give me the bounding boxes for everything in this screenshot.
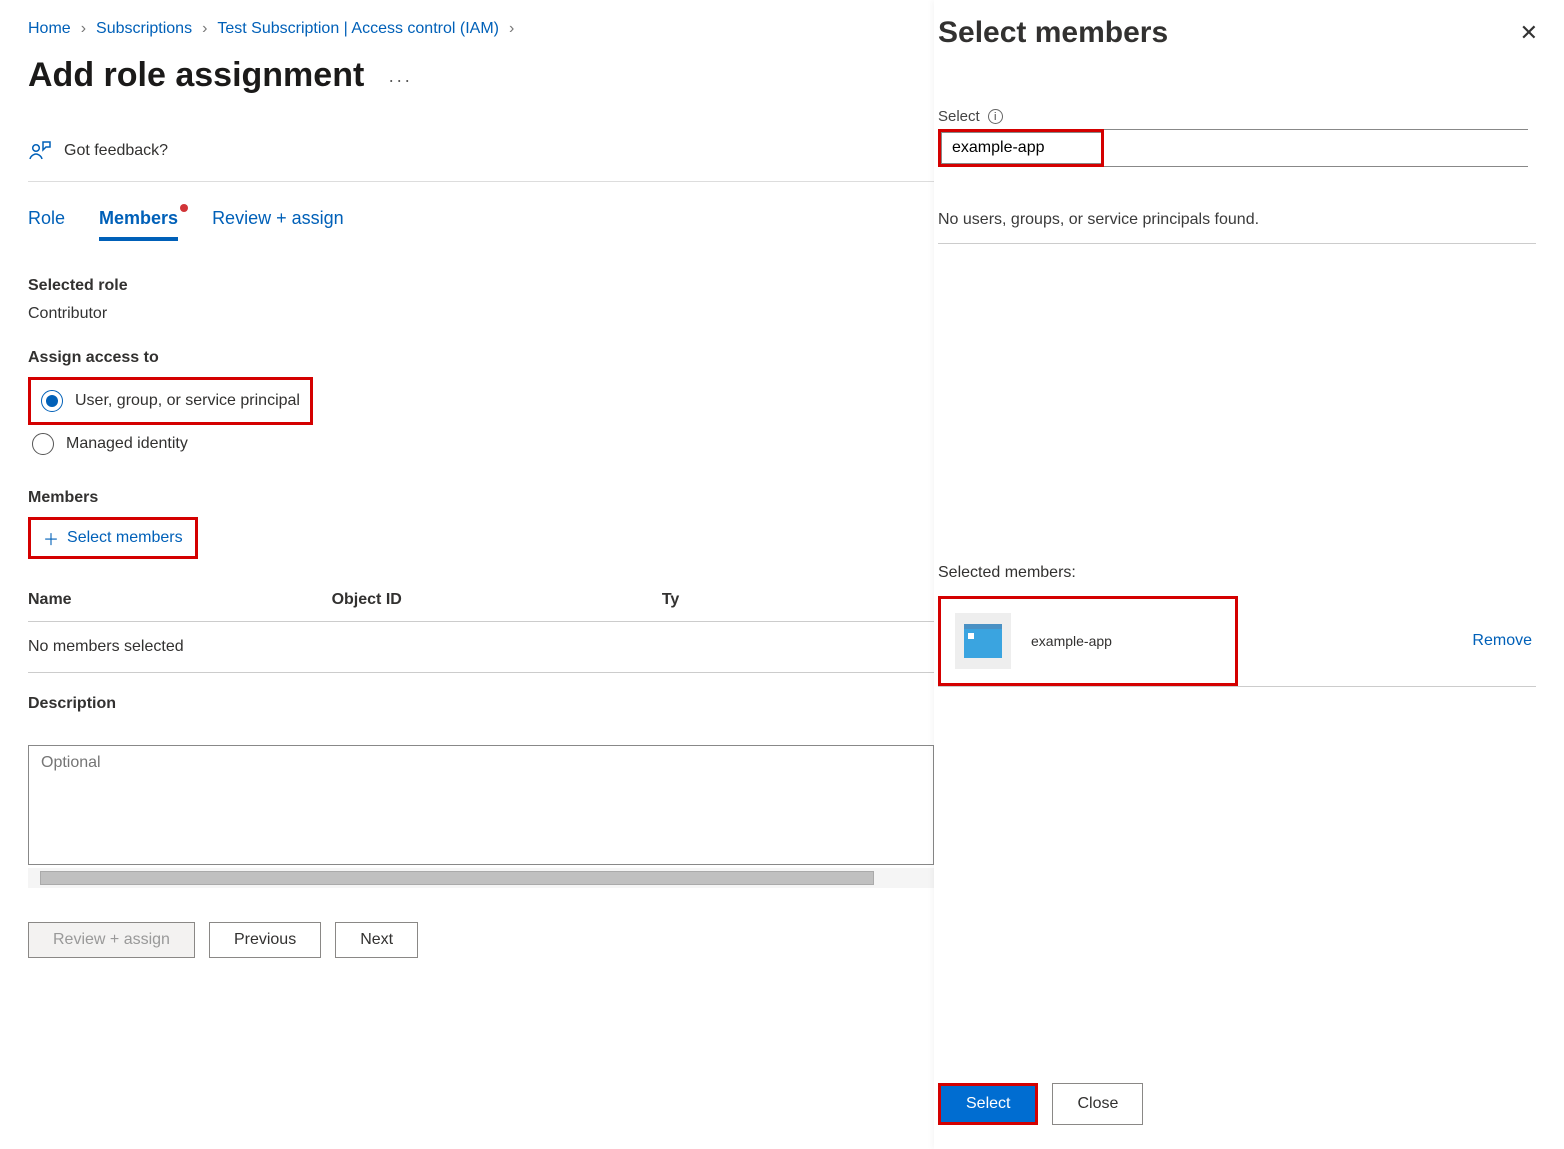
tab-indicator-dot	[180, 204, 188, 212]
tabs: Role Members Review + assign	[28, 182, 934, 251]
bc-subs[interactable]: Subscriptions	[96, 20, 192, 38]
plus-icon: ＋	[43, 526, 59, 550]
select-members-label: Select members	[67, 529, 183, 547]
selected-role-value: Contributor	[28, 305, 934, 323]
scrollbar-thumb[interactable]	[40, 871, 874, 885]
selected-members-label: Selected members:	[938, 564, 1536, 582]
info-icon[interactable]: i	[988, 109, 1003, 124]
description-input[interactable]	[28, 745, 934, 865]
search-input-rest[interactable]	[1104, 129, 1528, 167]
member-name: example-app	[1031, 633, 1112, 649]
tab-members-label: Members	[99, 208, 178, 228]
members-title: Members	[28, 489, 934, 507]
col-type: Ty	[662, 591, 679, 609]
more-icon[interactable]: ···	[388, 70, 412, 91]
app-icon	[955, 613, 1011, 669]
bc-sub[interactable]: Test Subscription | Access control (IAM)	[217, 20, 499, 38]
select-members-link[interactable]: ＋ Select members	[37, 522, 189, 554]
scrollbar-horizontal[interactable]	[28, 868, 934, 888]
radio-user-group[interactable]: User, group, or service principal	[37, 382, 304, 420]
close-icon[interactable]: ✕	[1514, 14, 1544, 52]
page-title: Add role assignment	[28, 56, 364, 95]
search-input[interactable]	[941, 132, 1101, 164]
review-assign-button[interactable]: Review + assign	[28, 922, 195, 958]
panel-title: Select members	[934, 16, 1168, 50]
feedback-label: Got feedback?	[64, 142, 168, 160]
radio-icon	[32, 433, 54, 455]
no-results: No users, groups, or service principals …	[938, 197, 1536, 244]
radio-managed-identity[interactable]: Managed identity	[28, 425, 934, 463]
select-label: Select	[938, 108, 980, 125]
radio-label: User, group, or service principal	[75, 392, 300, 410]
members-table-header: Name Object ID Ty	[28, 575, 934, 622]
col-name: Name	[28, 591, 72, 609]
highlight-box: Select	[938, 1083, 1038, 1125]
close-button[interactable]: Close	[1052, 1083, 1143, 1125]
tab-members[interactable]: Members	[99, 208, 178, 241]
person-feedback-icon	[28, 139, 52, 163]
chevron-right-icon: ›	[202, 20, 207, 38]
tab-review[interactable]: Review + assign	[212, 208, 344, 241]
chevron-right-icon: ›	[81, 20, 86, 38]
highlight-box: User, group, or service principal	[28, 377, 313, 425]
bc-home[interactable]: Home	[28, 20, 71, 38]
tab-role[interactable]: Role	[28, 208, 65, 241]
radio-icon	[41, 390, 63, 412]
highlight-box	[938, 129, 1104, 167]
chevron-right-icon: ›	[509, 20, 514, 38]
next-button[interactable]: Next	[335, 922, 418, 958]
description-title: Description	[28, 695, 934, 713]
feedback-link[interactable]: Got feedback?	[28, 125, 934, 182]
col-objectid: Object ID	[332, 591, 402, 609]
highlight-box: ＋ Select members	[28, 517, 198, 559]
select-button[interactable]: Select	[941, 1086, 1035, 1122]
assign-title: Assign access to	[28, 349, 934, 367]
previous-button[interactable]: Previous	[209, 922, 321, 958]
selected-member-row[interactable]: example-app	[941, 599, 1235, 683]
radio-label: Managed identity	[66, 435, 188, 453]
breadcrumb: Home › Subscriptions › Test Subscription…	[28, 20, 934, 38]
selected-role-title: Selected role	[28, 277, 934, 295]
highlight-box: example-app	[938, 596, 1238, 686]
table-empty: No members selected	[28, 622, 934, 673]
remove-link[interactable]: Remove	[1472, 632, 1536, 650]
